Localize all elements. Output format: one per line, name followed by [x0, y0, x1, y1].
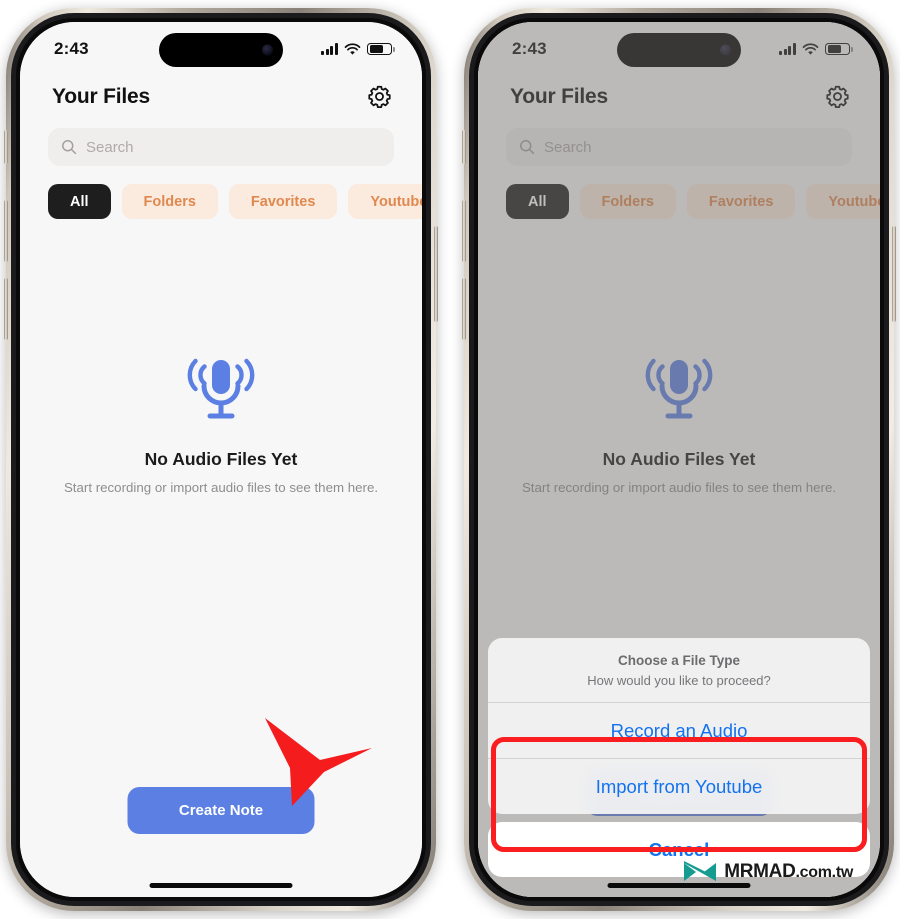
page-title: Your Files: [52, 84, 150, 108]
battery-icon: [367, 42, 395, 56]
front-camera-icon: [262, 44, 273, 56]
status-clock: 2:43: [54, 39, 89, 58]
dynamic-island: [159, 33, 283, 67]
home-indicator[interactable]: [607, 883, 751, 888]
action-sheet-message: How would you like to proceed?: [587, 673, 771, 688]
power-button[interactable]: [434, 226, 438, 322]
empty-state: No Audio Files Yet Start recording or im…: [20, 352, 422, 495]
cellular-signal-icon: [321, 43, 338, 55]
search-input[interactable]: Search: [48, 128, 394, 166]
action-sheet-title: Choose a File Type: [617, 653, 741, 668]
volume-down-button[interactable]: [462, 278, 466, 340]
empty-state-title: No Audio Files Yet: [144, 449, 298, 469]
action-sheet: Choose a File Type How would you like to…: [488, 638, 870, 877]
empty-state-subtitle: Start recording or import audio files to…: [63, 480, 379, 495]
watermark-brand: MRMAD: [724, 861, 796, 882]
action-sheet-header: Choose a File Type How would you like to…: [488, 638, 870, 702]
filter-chip-favorites[interactable]: Favorites: [228, 184, 338, 219]
volume-down-button[interactable]: [4, 278, 8, 340]
filter-chip-folders[interactable]: Folders: [121, 184, 218, 219]
volume-up-button[interactable]: [462, 200, 466, 262]
watermark-tld: .com.tw: [795, 864, 854, 881]
mrmad-logo-icon: [684, 861, 717, 881]
screenshot-canvas: 2:43 Your Files Search All Folders Favor…: [0, 0, 900, 919]
watermark-text: MRMAD.com.tw: [724, 861, 853, 883]
action-button[interactable]: [4, 130, 8, 164]
navigation-bar: Your Files: [20, 76, 422, 109]
filter-chip-row: All Folders Favorites Youtube: [20, 166, 422, 219]
phone-screen-right: 2:43 Your Files Search All Folders Favor…: [478, 22, 880, 897]
action-button[interactable]: [462, 130, 466, 164]
action-sheet-group: Choose a File Type How would you like to…: [488, 638, 870, 814]
wifi-icon: [344, 42, 361, 55]
power-button[interactable]: [892, 226, 896, 322]
search-icon: [62, 140, 77, 155]
red-arrow-pointer: [265, 718, 372, 806]
gear-icon[interactable]: [367, 84, 392, 109]
microphone-icon: [187, 358, 255, 419]
watermark: MRMAD.com.tw: [683, 861, 853, 883]
phone-right: 2:43 Your Files Search All Folders Favor…: [462, 8, 896, 911]
action-import-youtube[interactable]: Import from Youtube: [488, 759, 870, 814]
filter-chip-all[interactable]: All: [48, 184, 111, 219]
volume-up-button[interactable]: [4, 200, 8, 262]
home-indicator[interactable]: [149, 883, 293, 888]
status-bar: 2:43: [20, 22, 422, 76]
filter-chip-youtube[interactable]: Youtube: [348, 184, 422, 219]
action-record-audio[interactable]: Record an Audio: [488, 703, 870, 758]
search-placeholder: Search: [86, 138, 134, 156]
